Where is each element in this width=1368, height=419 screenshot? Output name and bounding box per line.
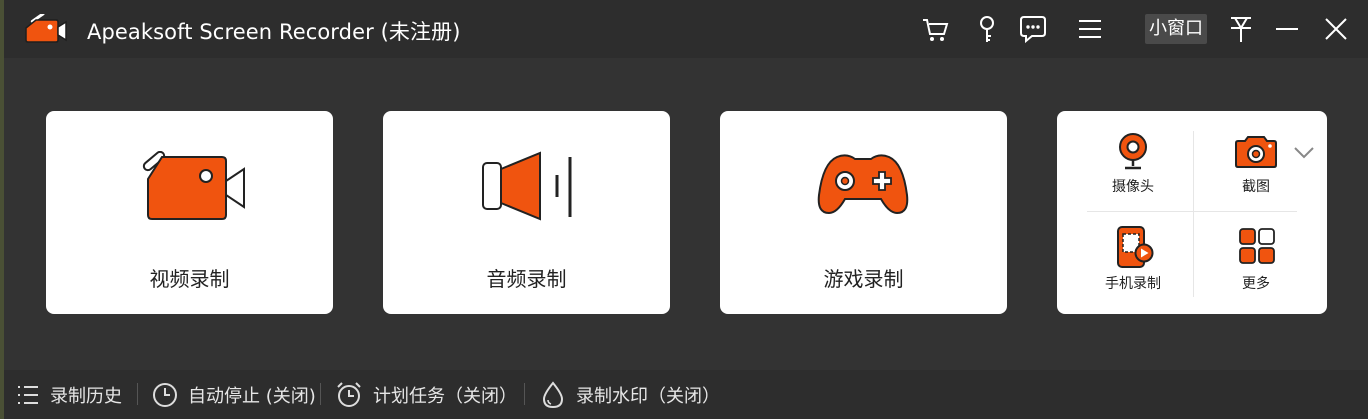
mini-window-button[interactable]: 小窗口 xyxy=(1145,14,1207,44)
app-title: Apeaksoft Screen Recorder (未注册) xyxy=(87,20,461,44)
app-window: Apeaksoft Screen Recorder (未注册) 小窗口 视频录制… xyxy=(4,0,1368,419)
video-record-label: 视频录制 xyxy=(149,267,230,291)
audio-record-label: 音频录制 xyxy=(486,267,567,291)
bottom-bar: 录制历史 自动停止 (关闭) 计划任务（关闭） 录制水印（关闭） xyxy=(4,370,1368,419)
watermark-label: 录制水印（关闭） xyxy=(576,386,720,407)
pin-icon[interactable] xyxy=(1226,14,1256,44)
camera-icon xyxy=(1235,136,1277,168)
minimize-icon[interactable] xyxy=(1272,14,1302,44)
speaker-icon xyxy=(482,151,572,221)
webcam-tool[interactable]: 摄像头 xyxy=(1073,125,1193,215)
menu-icon[interactable] xyxy=(1075,14,1105,44)
auto-stop-label: 自动停止 (关闭) xyxy=(188,386,316,407)
droplet-icon xyxy=(542,381,564,409)
game-record-label: 游戏录制 xyxy=(823,267,904,291)
video-record-card[interactable]: 视频录制 xyxy=(46,111,333,314)
separator xyxy=(320,383,321,405)
record-history-label: 录制历史 xyxy=(50,386,122,407)
app-logo-icon xyxy=(25,14,67,43)
tools-divider-vertical xyxy=(1193,131,1194,297)
gamepad-icon xyxy=(817,154,909,215)
key-icon[interactable] xyxy=(972,14,1002,44)
audio-record-card[interactable]: 音频录制 xyxy=(383,111,670,314)
phone-record-icon xyxy=(1117,226,1154,268)
phone-record-label: 手机录制 xyxy=(1105,276,1161,292)
more-tools-card: 摄像头 截图 手机录制 更多 xyxy=(1057,111,1327,314)
grid-icon xyxy=(1239,228,1275,264)
webcam-icon xyxy=(1119,133,1147,170)
webcam-label: 摄像头 xyxy=(1112,179,1154,195)
close-icon[interactable] xyxy=(1321,14,1351,44)
phone-record-tool[interactable]: 手机录制 xyxy=(1073,221,1193,311)
clock-icon xyxy=(153,383,177,407)
feedback-icon[interactable] xyxy=(1018,14,1048,44)
auto-stop-button[interactable]: 自动停止 (关闭) xyxy=(152,380,316,410)
list-icon xyxy=(18,386,38,404)
schedule-task-button[interactable]: 计划任务（关闭） xyxy=(335,380,517,410)
separator xyxy=(137,383,138,405)
schedule-task-label: 计划任务（关闭） xyxy=(373,386,517,407)
screenshot-tool[interactable]: 截图 xyxy=(1196,125,1316,215)
cart-icon[interactable] xyxy=(920,14,950,44)
alarm-clock-icon xyxy=(337,382,361,407)
title-bar: Apeaksoft Screen Recorder (未注册) 小窗口 xyxy=(4,0,1368,58)
record-history-button[interactable]: 录制历史 xyxy=(16,380,122,410)
screenshot-label: 截图 xyxy=(1242,179,1270,195)
game-record-card[interactable]: 游戏录制 xyxy=(720,111,1007,314)
watermark-button[interactable]: 录制水印（关闭） xyxy=(540,380,720,410)
video-camera-icon xyxy=(142,151,245,220)
more-tool[interactable]: 更多 xyxy=(1196,221,1316,311)
chevron-down-icon[interactable] xyxy=(1293,145,1315,161)
separator xyxy=(524,383,525,405)
more-label: 更多 xyxy=(1242,276,1270,292)
